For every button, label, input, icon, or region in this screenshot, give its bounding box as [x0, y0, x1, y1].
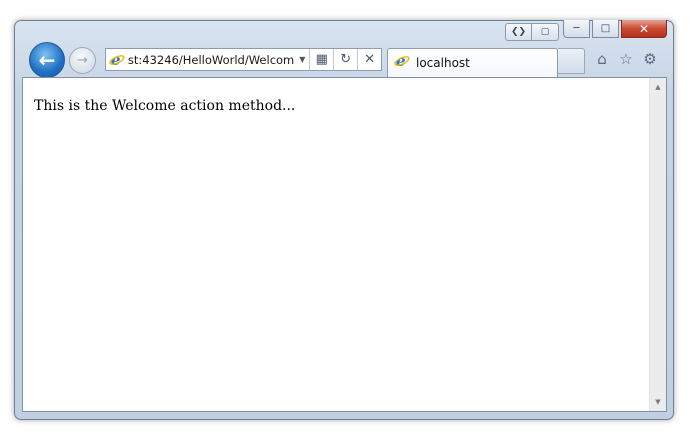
command-icons: ⌂ ☆ ⚙ — [593, 50, 659, 68]
star-icon[interactable]: ☆ — [617, 50, 635, 68]
compat-toggle-group: ❮❯ ▢ — [505, 23, 559, 41]
page-body-text: This is the Welcome action method... — [34, 98, 296, 114]
ie-logo-icon: e — [106, 52, 128, 68]
code-view-icon[interactable]: ❮❯ — [505, 23, 532, 41]
back-button[interactable]: ← — [29, 42, 65, 78]
compatibility-view-button[interactable]: ▦ — [309, 49, 333, 70]
stop-icon: ✕ — [364, 52, 376, 67]
back-arrow-icon: ← — [38, 48, 56, 72]
compatibility-view-icon: ▦ — [315, 52, 328, 67]
vertical-scrollbar[interactable]: ▲ ▼ — [649, 78, 666, 411]
tab-ie-icon: e — [394, 52, 410, 73]
stop-button[interactable]: ✕ — [357, 49, 381, 70]
close-button[interactable]: ✕ — [621, 20, 667, 38]
refresh-button[interactable]: ↻ — [333, 49, 357, 70]
home-icon[interactable]: ⌂ — [593, 50, 611, 68]
tab-localhost[interactable]: e localhost — [387, 48, 558, 77]
refresh-icon: ↻ — [340, 52, 352, 67]
scroll-up-icon[interactable]: ▲ — [650, 80, 666, 94]
maximize-button[interactable]: □ — [592, 20, 619, 38]
new-tab-button[interactable] — [558, 48, 585, 74]
forward-arrow-icon: → — [77, 53, 88, 68]
page-content: This is the Welcome action method... ▲ ▼ — [22, 77, 667, 412]
url-input[interactable] — [127, 52, 296, 67]
browser-window: ❮❯ ▢ ─ □ ✕ ← → e ▼ ▦ ↻ ✕ — [14, 20, 674, 420]
forward-button[interactable]: → — [69, 47, 96, 74]
feed-icon[interactable]: ▢ — [532, 23, 559, 41]
window-controls: ─ □ ✕ — [563, 20, 667, 38]
gear-icon[interactable]: ⚙ — [641, 50, 659, 68]
tab-title: localhost — [416, 56, 470, 70]
dropdown-arrow-icon[interactable]: ▼ — [295, 55, 309, 64]
scroll-down-icon[interactable]: ▼ — [650, 395, 666, 409]
minimize-button[interactable]: ─ — [563, 20, 590, 38]
address-bar: e ▼ ▦ ↻ ✕ — [105, 48, 382, 71]
